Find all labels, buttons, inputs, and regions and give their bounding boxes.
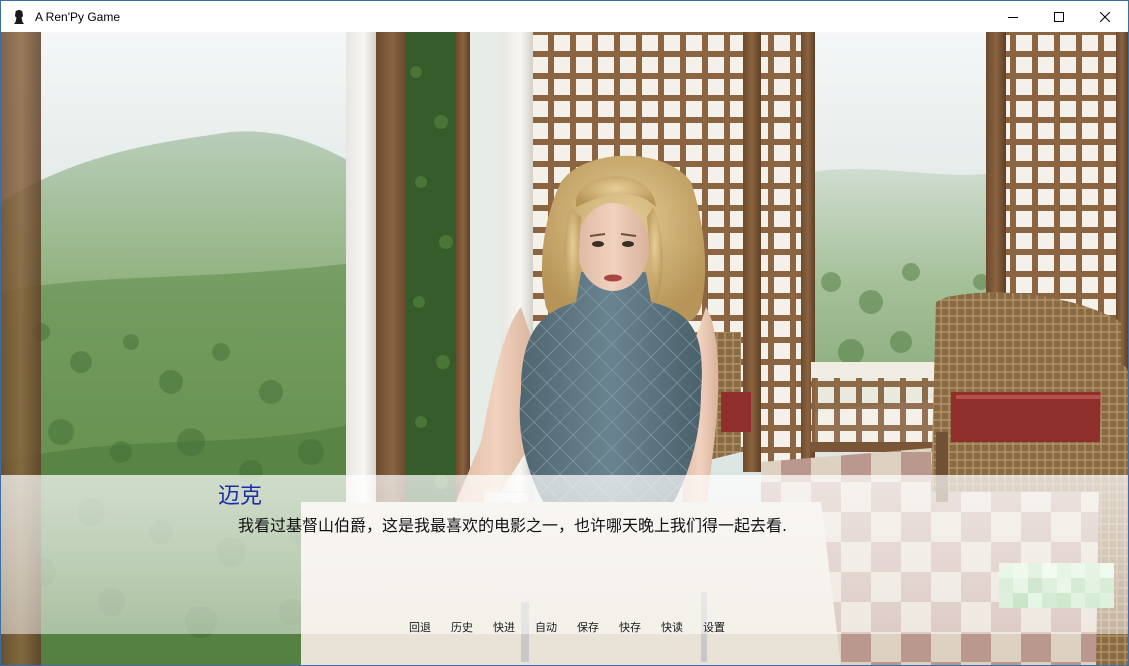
quick-menu-quickload-button[interactable]: 快读 <box>651 619 693 635</box>
close-icon <box>1100 11 1110 22</box>
title-bar[interactable]: A Ren'Py Game <box>1 1 1128 32</box>
minimize-button[interactable] <box>990 1 1036 32</box>
maximize-icon <box>1054 11 1064 22</box>
quick-menu: 回退 历史 快进 自动 保存 快存 快读 设置 <box>399 619 735 635</box>
quick-menu-history-button[interactable]: 历史 <box>441 619 483 635</box>
quick-menu-rollback-button[interactable]: 回退 <box>399 619 441 635</box>
quick-menu-save-button[interactable]: 保存 <box>567 619 609 635</box>
minimize-icon <box>1008 16 1018 18</box>
quick-menu-quicksave-button[interactable]: 快存 <box>609 619 651 635</box>
dialogue-window[interactable]: 迈克 我看过基督山伯爵，这是我最喜欢的电影之一，也许哪天晚上我们得一起去看. <box>1 475 1128 634</box>
dialogue-text: 我看过基督山伯爵，这是我最喜欢的电影之一，也许哪天晚上我们得一起去看. <box>238 516 788 535</box>
window-controls <box>990 1 1128 32</box>
quick-menu-auto-button[interactable]: 自动 <box>525 619 567 635</box>
quick-menu-preferences-button[interactable]: 设置 <box>693 619 735 635</box>
quick-menu-skip-button[interactable]: 快进 <box>483 619 525 635</box>
speaker-name: 迈克 <box>218 484 263 509</box>
game-window: A Ren'Py Game 迈克 我看过基督山伯爵，这是我最喜欢的电影之一，也许… <box>0 0 1129 666</box>
close-button[interactable] <box>1082 1 1128 32</box>
maximize-button[interactable] <box>1036 1 1082 32</box>
window-title: A Ren'Py Game <box>35 9 120 24</box>
renpy-icon <box>11 9 27 25</box>
